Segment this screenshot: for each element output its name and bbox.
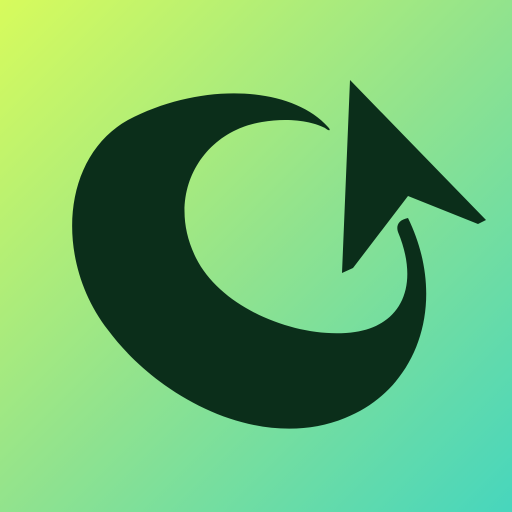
app-icon-artwork xyxy=(0,0,512,512)
app-icon xyxy=(0,0,512,512)
